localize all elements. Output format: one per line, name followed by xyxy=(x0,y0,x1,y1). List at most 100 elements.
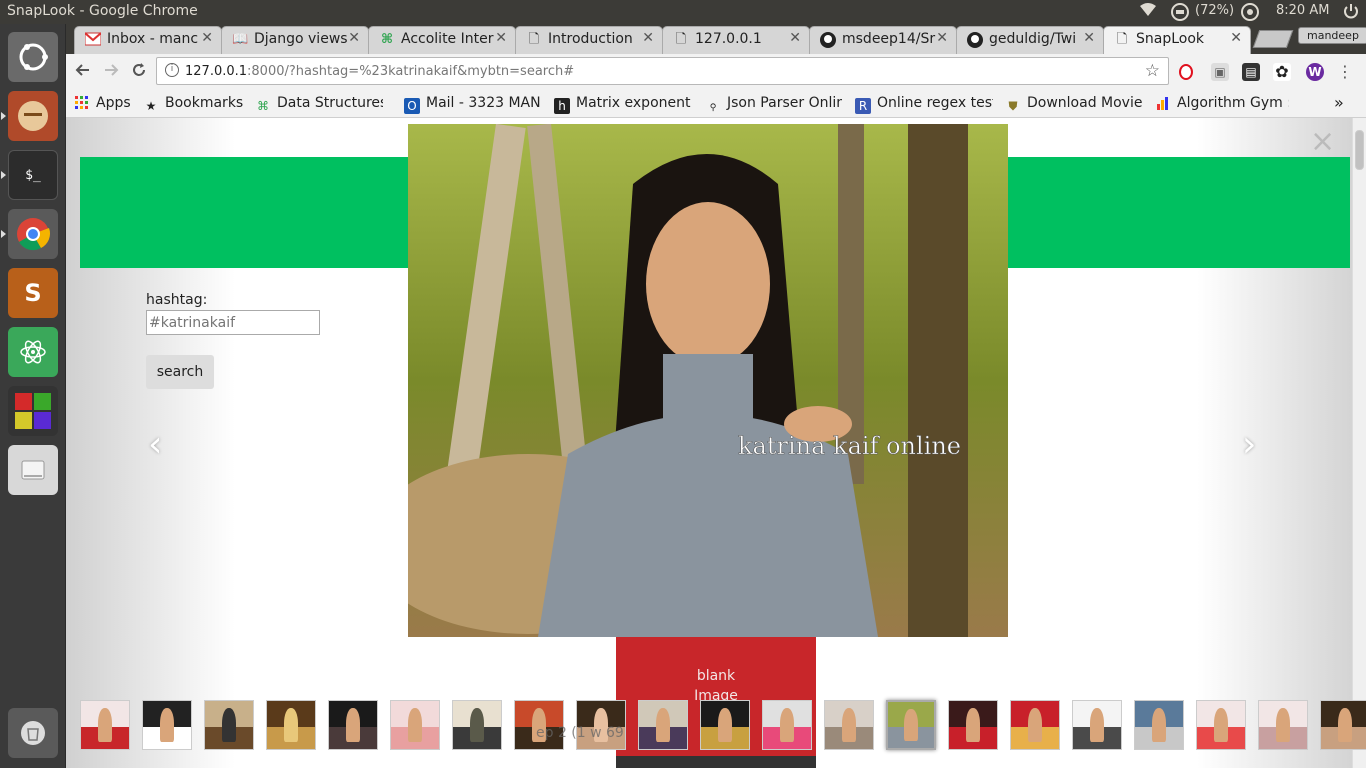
address-bar[interactable]: i 127.0.0.1:8000/?hashtag=%23katrinakaif… xyxy=(156,57,1169,85)
address-url: 127.0.0.1:8000/?hashtag=%23katrinakaif&m… xyxy=(185,64,574,79)
thumbnail-item[interactable] xyxy=(948,700,998,750)
extension-icon[interactable]: ✿ xyxy=(1273,63,1291,81)
thumbnail-item[interactable] xyxy=(266,700,316,750)
thumbnail-swatch xyxy=(841,708,857,742)
new-tab-button[interactable] xyxy=(1252,30,1294,48)
thumbnail-item[interactable] xyxy=(204,700,254,750)
tab-snaplook[interactable]: 🗋 SnapLook ✕ xyxy=(1103,26,1251,54)
chart-icon xyxy=(1155,96,1171,112)
thumbnail-swatch xyxy=(1151,708,1167,742)
bookmark-label: Json Parser Onlin xyxy=(727,95,842,111)
lightbox-close-button[interactable]: × xyxy=(1310,124,1335,159)
bookmark-algorithm-gym[interactable]: Algorithm Gym :: xyxy=(1155,95,1289,112)
terminal-icon[interactable]: $_ xyxy=(8,150,58,200)
battery-icon[interactable] xyxy=(1170,3,1190,25)
hashtag-input[interactable] xyxy=(146,310,320,335)
screenshot-icon[interactable]: ▣ xyxy=(1211,63,1229,81)
tab-introduction[interactable]: 🗋 Introduction ✕ xyxy=(515,26,663,54)
browser-window: Inbox - manc ✕ 📖 Django views ✕ ⌘ Accoli… xyxy=(66,24,1366,768)
tab-localhost[interactable]: 🗋 127.0.0.1 ✕ xyxy=(662,26,810,54)
close-icon[interactable]: ✕ xyxy=(1230,30,1242,46)
thumbnail-swatch xyxy=(965,708,981,742)
window-title: SnapLook - Google Chrome xyxy=(7,3,198,19)
tab-accolite[interactable]: ⌘ Accolite Inter ✕ xyxy=(368,26,516,54)
trash-icon[interactable] xyxy=(8,708,58,758)
lightbox-next-button[interactable]: › xyxy=(1242,424,1256,465)
chrome-icon[interactable] xyxy=(8,209,58,259)
close-icon[interactable]: ✕ xyxy=(936,30,948,46)
info-icon[interactable]: i xyxy=(165,63,179,77)
thumbnail-item[interactable] xyxy=(390,700,440,750)
sublime-text-icon[interactable]: S xyxy=(8,268,58,318)
bookmark-label: Download Movie xyxy=(1027,95,1143,111)
thumbnail-item[interactable] xyxy=(762,700,812,750)
bookmark-label: Bookmarks xyxy=(165,95,244,111)
thumbnail-item[interactable] xyxy=(452,700,502,750)
lightbox-prev-button[interactable]: ‹ xyxy=(148,424,162,465)
close-icon[interactable]: ✕ xyxy=(201,30,213,46)
drive-icon[interactable] xyxy=(8,445,58,495)
bookmark-bookmarks[interactable]: ★ Bookmarks xyxy=(143,95,244,114)
bookmarks-overflow[interactable]: » xyxy=(1334,93,1344,112)
thumbnail-item[interactable] xyxy=(142,700,192,750)
tab-django-views[interactable]: 📖 Django views ✕ xyxy=(221,26,369,54)
close-icon[interactable]: ✕ xyxy=(495,30,507,46)
thumbnail-item[interactable] xyxy=(1010,700,1060,750)
browser-toolbar: i 127.0.0.1:8000/?hashtag=%23katrinakaif… xyxy=(66,54,1366,90)
bookmark-matrix[interactable]: h Matrix exponenti xyxy=(554,95,691,114)
close-icon[interactable]: ✕ xyxy=(642,30,654,46)
close-icon[interactable]: ✕ xyxy=(348,30,360,46)
opera-icon[interactable] xyxy=(1179,64,1193,80)
thumbnail-swatch xyxy=(1213,708,1229,742)
thumbnail-swatch xyxy=(283,708,299,742)
thumbnail-item[interactable] xyxy=(1072,700,1122,750)
apps-grid-icon xyxy=(74,96,90,112)
thumbnail-item[interactable] xyxy=(1196,700,1246,750)
ubuntu-dash-icon[interactable] xyxy=(8,32,58,82)
tab-msdeep14[interactable]: msdeep14/Sr ✕ xyxy=(809,26,957,54)
search-button[interactable]: search xyxy=(146,355,214,389)
bookmarks-bar: Apps ★ Bookmarks ⌘ Data Structures O Mail -… xyxy=(66,90,1366,118)
bookmark-data-structures[interactable]: ⌘ Data Structures xyxy=(255,95,383,114)
scrollbar-thumb[interactable] xyxy=(1355,130,1364,170)
thumbnail-item[interactable] xyxy=(1134,700,1184,750)
thumbnail-item[interactable] xyxy=(824,700,874,750)
bookmark-star-icon[interactable]: ☆ xyxy=(1145,61,1160,81)
film-icon[interactable]: ▤ xyxy=(1242,63,1260,81)
menu-icon[interactable]: ⋮ xyxy=(1336,63,1354,81)
thumbnail-item[interactable] xyxy=(700,700,750,750)
page-scrollbar[interactable] xyxy=(1352,118,1366,768)
thumbnail-item[interactable] xyxy=(638,700,688,750)
thumbnail-item[interactable] xyxy=(1320,700,1366,750)
tab-geduldig[interactable]: geduldig/Twi ✕ xyxy=(956,26,1104,54)
wifi-icon[interactable] xyxy=(1140,3,1156,21)
thumbnail-item[interactable] xyxy=(1258,700,1308,750)
w-icon[interactable]: W xyxy=(1306,63,1324,81)
forward-button[interactable] xyxy=(99,61,123,85)
thumbnail-item[interactable] xyxy=(886,700,936,750)
sound-icon[interactable] xyxy=(1240,2,1260,26)
files-icon[interactable] xyxy=(8,91,58,141)
workspaces-icon[interactable] xyxy=(8,386,58,436)
clock[interactable]: 8:20 AM xyxy=(1276,3,1329,18)
back-button[interactable] xyxy=(71,61,95,85)
tab-gmail[interactable]: Inbox - manc ✕ xyxy=(74,26,222,54)
bookmark-label: Apps xyxy=(96,95,131,111)
close-icon[interactable]: ✕ xyxy=(1083,30,1095,46)
bookmark-apps[interactable]: Apps xyxy=(74,95,131,112)
r-icon: R xyxy=(855,98,871,114)
atom-icon[interactable] xyxy=(8,327,58,377)
os-top-panel: SnapLook - Google Chrome (72%) 8:20 AM xyxy=(0,0,1366,24)
bookmark-regex[interactable]: R Online regex test xyxy=(855,95,993,114)
bookmark-json-parser[interactable]: ⚲ Json Parser Onlin xyxy=(705,95,842,116)
power-icon[interactable] xyxy=(1343,2,1359,24)
reload-button[interactable] xyxy=(127,61,151,85)
bookmark-mail[interactable]: O Mail - 3323 MAN xyxy=(404,95,542,114)
profile-button[interactable]: mandeep xyxy=(1298,27,1366,44)
thumbnail-item[interactable] xyxy=(328,700,378,750)
close-icon[interactable]: ✕ xyxy=(789,30,801,46)
thumbnail-swatch xyxy=(1337,708,1353,742)
bookmark-download-movie[interactable]: ⛊ Download Movie xyxy=(1005,95,1143,114)
thumbnail-item[interactable] xyxy=(80,700,130,750)
thumbnail-swatch xyxy=(159,708,175,742)
